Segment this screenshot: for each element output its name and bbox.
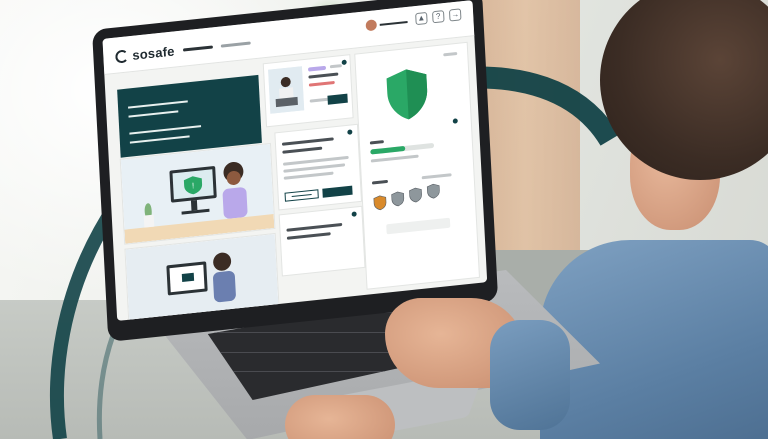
panel-header-line [443,51,458,57]
card-title-line [308,72,339,79]
hero-line [128,100,188,109]
hero-line [128,110,179,118]
logo[interactable]: sosafe [115,43,175,64]
badges-meta-line [421,173,452,180]
view-all-badges-button[interactable] [386,217,451,235]
hero-banner [117,74,262,158]
nav-item-2[interactable] [220,41,251,48]
help-icon[interactable]: ? [432,10,445,24]
logo-text: sosafe [131,43,175,63]
person [540,0,768,439]
course-card-illustration[interactable]: ! [120,144,275,244]
person-at-desk-illustration [268,66,305,114]
start-course-button[interactable] [327,93,348,105]
security-status-panel [355,42,479,289]
badges-label-line [371,179,389,185]
info-dot [351,211,357,217]
tag-line [329,64,342,69]
left-hand [285,395,395,439]
course-card-text-2[interactable] [279,206,365,276]
course-card-text[interactable] [275,124,361,210]
status-line [308,80,335,87]
course-thumbnail [268,66,305,114]
card-desc-line [283,171,334,180]
shield-icon [386,69,428,120]
course-card-illustration-2[interactable] [125,234,279,320]
info-dot [452,118,458,124]
card-title-line [286,232,331,240]
thumbs-up-icon[interactable]: ▲ [415,11,428,26]
laptop-screen: sosafe ▲ ? → ! [92,0,499,343]
jacket-cuff [490,320,570,430]
dashboard-screen: sosafe ▲ ? → ! [102,0,488,321]
learning-progress-fill [370,145,406,155]
continue-button[interactable] [322,185,353,198]
card-title-line [282,146,323,154]
progress-label-line [369,140,384,145]
illustration-shield-monitor: ! [120,144,275,244]
avatar[interactable] [365,19,378,32]
info-dot [341,59,347,66]
award-badge-icon[interactable] [373,194,388,211]
person-hair [600,0,768,180]
award-badge-icon[interactable] [426,182,441,199]
hero-line [129,125,202,135]
info-dot [347,129,353,135]
illustration-person-laptop [125,234,279,320]
tag-pill [307,65,327,72]
award-badge-icon[interactable] [390,190,405,207]
logout-icon[interactable]: → [448,8,462,22]
course-card-small[interactable] [263,55,353,127]
card-title-line [286,222,343,232]
hero-line [129,135,190,144]
nav-item-1[interactable] [182,45,213,52]
user-name [379,20,408,26]
progress-caption-line [370,154,419,163]
details-button[interactable] [284,189,319,202]
learning-progress-bar [370,142,435,155]
award-badge-icon[interactable] [408,186,423,203]
logo-mark-icon [115,49,129,64]
svg-text:!: ! [192,181,195,190]
card-title-line [281,137,334,146]
